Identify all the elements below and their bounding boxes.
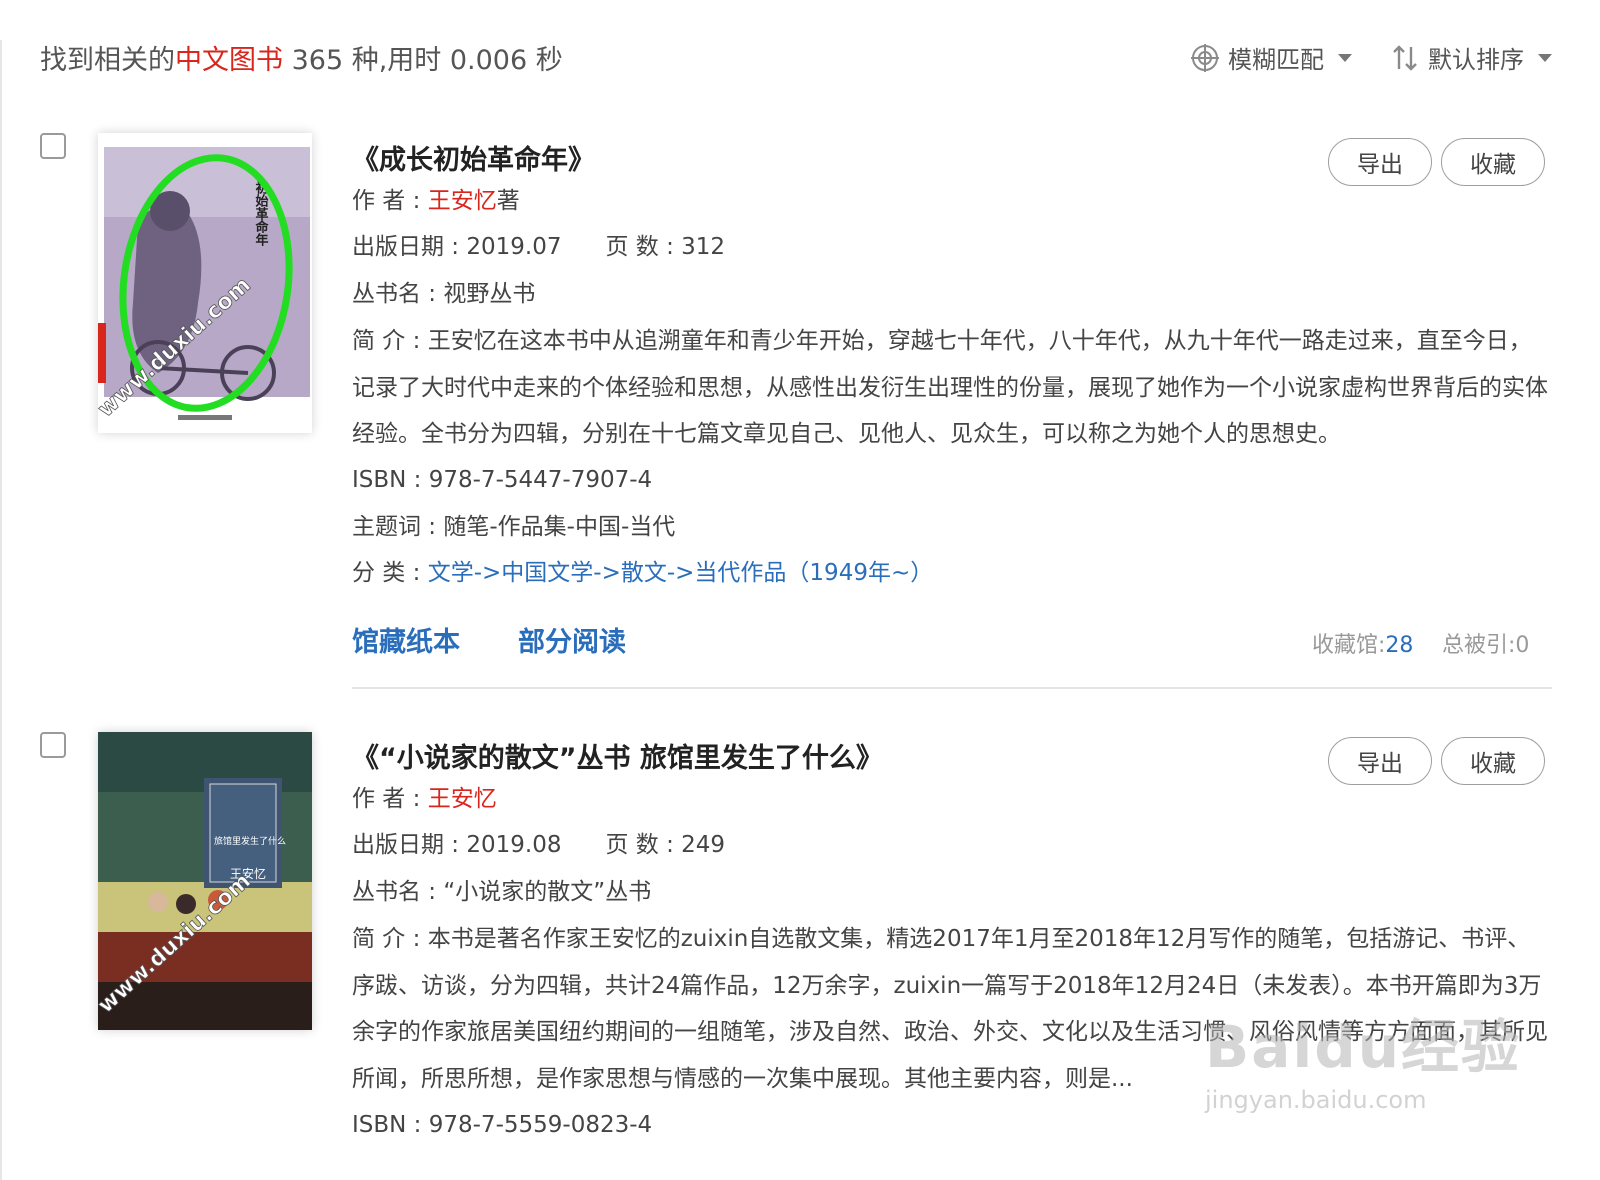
- author-label: 作 者 :: [352, 188, 428, 214]
- book-cover[interactable]: 初始革命年 www.duxiu.com: [98, 133, 312, 433]
- holdings-count-label: 收藏馆:: [1312, 633, 1386, 658]
- sort-label: 默认排序: [1428, 46, 1524, 74]
- holdings-link[interactable]: 馆藏纸本: [352, 620, 460, 659]
- class-link-chinese-literature[interactable]: 中国文学: [501, 560, 593, 586]
- class-arrow: ->: [593, 560, 621, 586]
- author-label: 作 者 :: [352, 786, 428, 812]
- sort-dropdown[interactable]: 默认排序: [1390, 40, 1552, 75]
- isbn-row: ISBN : 978-7-5447-7907-4: [352, 467, 653, 493]
- isbn-row: ISBN : 978-7-5559-0823-4: [352, 1112, 653, 1138]
- favorite-button[interactable]: 收藏: [1441, 737, 1545, 785]
- series-row: 丛书名 : 视野丛书: [352, 281, 536, 307]
- intro-text: 简 介 : 王安忆在这本书中从追溯童年和青少年开始，穿越七十年代，八十年代，从九…: [352, 318, 1552, 458]
- cited-count: 总被引:0: [1442, 633, 1530, 658]
- summary-prefix: 找到相关的: [40, 45, 175, 76]
- class-row: 分 类 : 文学->中国文学->散文->当代作品（1949年~）: [352, 558, 933, 588]
- intro-label: 简 介 :: [352, 328, 428, 354]
- cover-title-text: 旅馆里发生了什么: [214, 835, 286, 847]
- class-label: 分 类 :: [352, 560, 428, 586]
- result-checkbox[interactable]: [40, 732, 66, 758]
- favorite-button[interactable]: 收藏: [1441, 138, 1545, 186]
- author-row: 作 者 : 王安忆著: [352, 186, 520, 216]
- pages-value: 页 数 : 312: [605, 234, 726, 260]
- book-cover[interactable]: 旅馆里发生了什么 王安忆 www.duxiu.com: [98, 732, 312, 1030]
- intro-label: 简 介 :: [352, 926, 428, 952]
- class-arrow: ->: [473, 560, 502, 586]
- result-summary: 找到相关的中文图书 365 种,用时 0.006 秒: [40, 38, 563, 77]
- subject-row: 主题词 : 随笔-作品集-中国-当代: [352, 514, 676, 540]
- fuzzy-match-dropdown[interactable]: 模糊匹配: [1190, 40, 1352, 75]
- intro-body: 王安忆在这本书中从追溯童年和青少年开始，穿越七十年代，八十年代，从九十年代一路走…: [352, 328, 1548, 447]
- author-link[interactable]: 王安忆: [428, 188, 497, 214]
- pages-value: 页 数 : 249: [605, 832, 726, 858]
- author-link[interactable]: 王安忆: [428, 786, 497, 812]
- class-link-contemporary[interactable]: 当代作品（1949年~）: [694, 560, 933, 586]
- author-suffix: 著: [496, 188, 520, 214]
- export-button[interactable]: 导出: [1328, 138, 1432, 186]
- series-row: 丛书名 : “小说家的散文”丛书: [352, 879, 652, 905]
- holdings-count-value[interactable]: 28: [1385, 633, 1413, 658]
- pubdate-value: 出版日期 : 2019.08: [352, 832, 562, 858]
- fuzzy-match-label: 模糊匹配: [1228, 46, 1324, 74]
- book-title[interactable]: 《成长初始革命年》: [352, 138, 595, 177]
- class-link-prose[interactable]: 散文: [621, 560, 667, 586]
- pubdate-row: 出版日期 : 2019.07 页 数 : 312: [352, 232, 725, 262]
- left-border: [0, 40, 2, 1180]
- target-icon: [1191, 43, 1219, 72]
- class-arrow: ->: [666, 560, 695, 586]
- sort-icon: [1393, 44, 1417, 71]
- export-button[interactable]: 导出: [1328, 737, 1432, 785]
- chevron-down-icon: [1338, 53, 1352, 62]
- partial-read-link[interactable]: 部分阅读: [518, 620, 626, 659]
- pubdate-value: 出版日期 : 2019.07: [352, 234, 562, 260]
- pubdate-row: 出版日期 : 2019.08 页 数 : 249: [352, 830, 725, 860]
- baidu-watermark: Baidu经验: [1205, 1013, 1522, 1081]
- class-link-literature[interactable]: 文学: [428, 560, 474, 586]
- result-divider: [352, 687, 1552, 689]
- author-row: 作 者 : 王安忆: [352, 784, 497, 814]
- result-checkbox[interactable]: [40, 133, 66, 159]
- summary-suffix: 365 种,用时 0.006 秒: [283, 45, 563, 76]
- book-title[interactable]: 《“小说家的散文”丛书 旅馆里发生了什么》: [352, 736, 883, 775]
- summary-highlight[interactable]: 中文图书: [175, 45, 283, 76]
- baidu-watermark-url: jingyan.baidu.com: [1205, 1086, 1427, 1114]
- chevron-down-icon: [1538, 53, 1552, 62]
- holdings-count[interactable]: 收藏馆:28: [1312, 627, 1413, 659]
